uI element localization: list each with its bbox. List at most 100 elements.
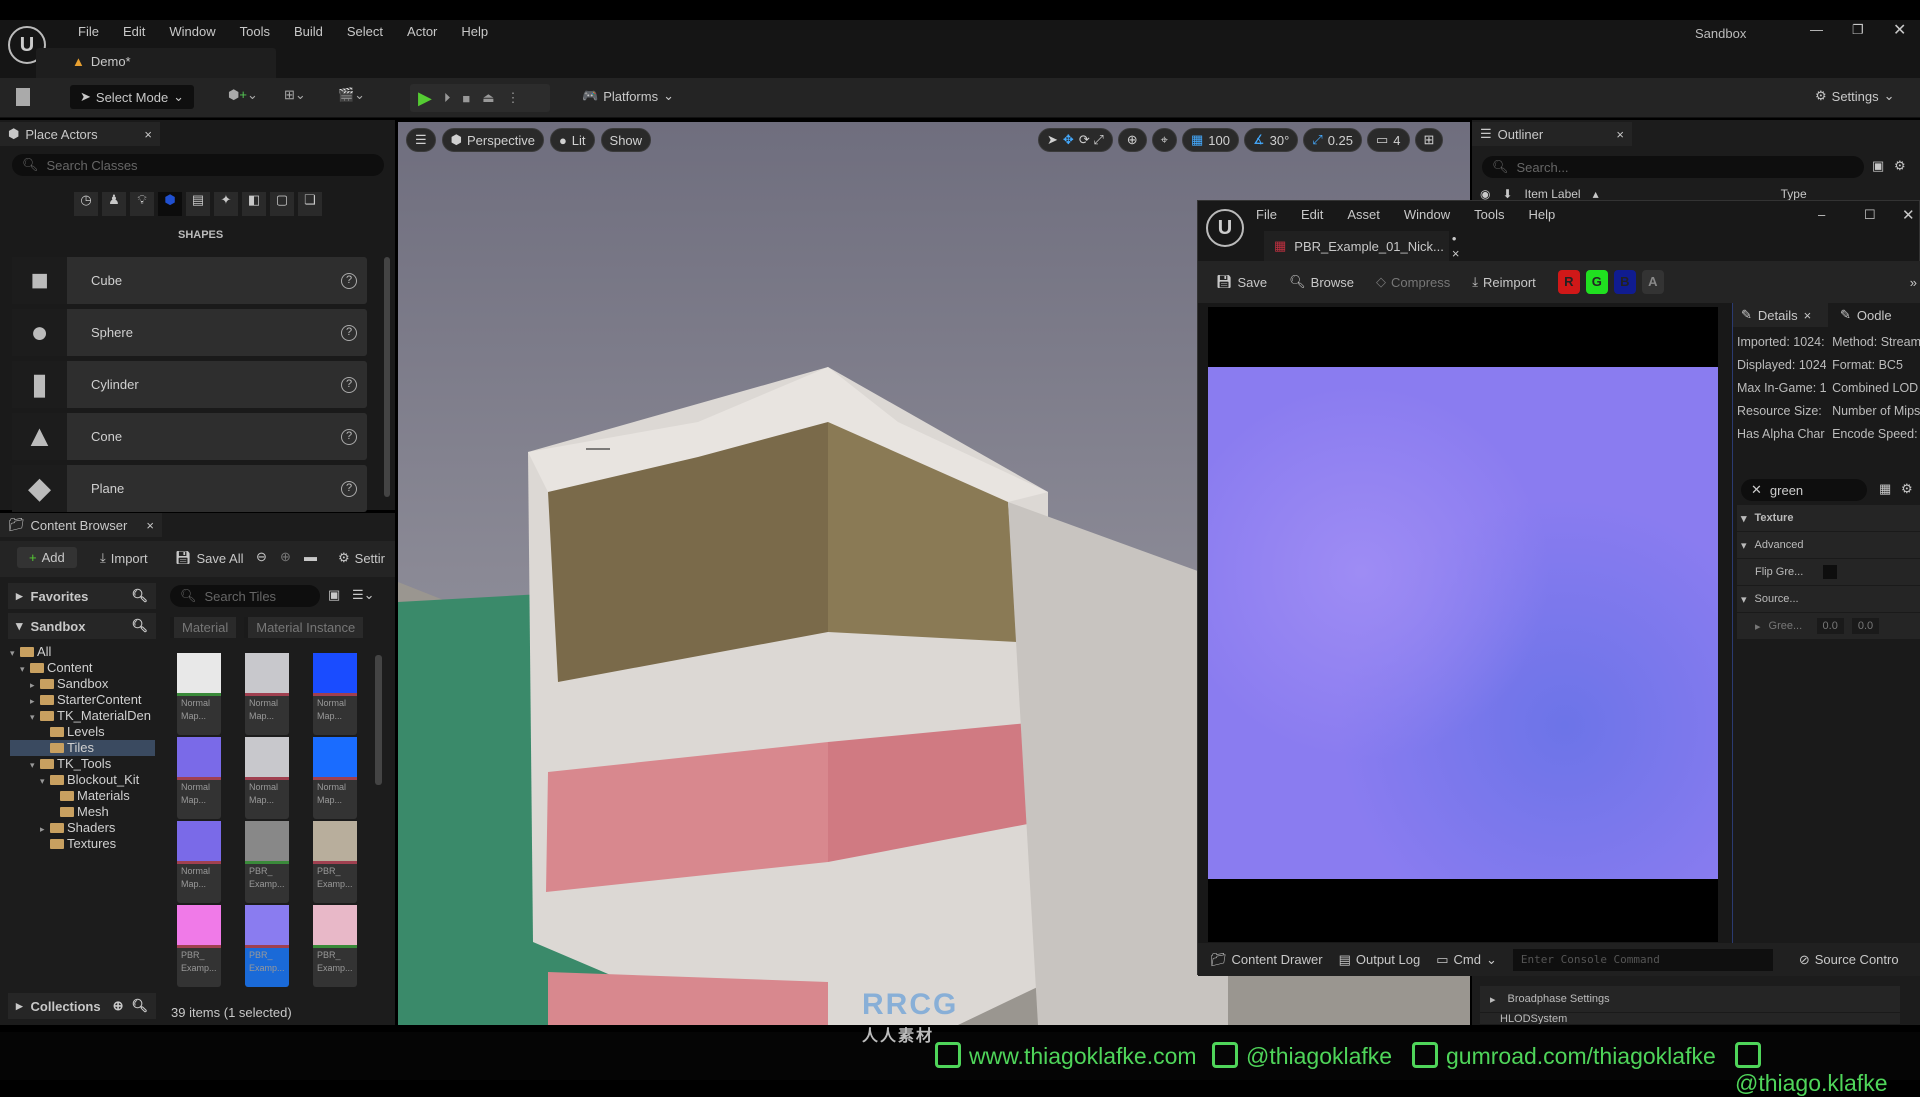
- section-advanced[interactable]: ▾ Advanced: [1737, 532, 1920, 559]
- menu-file[interactable]: File: [1244, 207, 1289, 222]
- expand-arrow-icon[interactable]: ▾: [40, 773, 50, 789]
- shape-item-cube[interactable]: ■ Cube?: [12, 257, 367, 304]
- asset-tile[interactable]: PBR_ Examp...: [313, 821, 357, 903]
- add-collection-icon[interactable]: ⊕: [113, 998, 124, 1014]
- menu-help[interactable]: Help: [449, 24, 500, 39]
- oodle-tab[interactable]: ✎ Oodle: [1832, 303, 1900, 327]
- close-tab-icon[interactable]: ×: [146, 518, 154, 533]
- menu-build[interactable]: Build: [282, 24, 335, 39]
- expand-arrow-icon[interactable]: ▾: [20, 661, 30, 677]
- asset-tile[interactable]: Normal Map...: [177, 737, 221, 819]
- folder-tk_tools[interactable]: ▾ TK_Tools: [10, 756, 155, 772]
- visibility-icon[interactable]: ◉: [1480, 187, 1490, 201]
- source-control-button[interactable]: ⊘ Source Contro: [1799, 952, 1899, 968]
- asset-tile[interactable]: Normal Map...: [177, 821, 221, 903]
- add-folder-icon[interactable]: ▣: [1872, 158, 1884, 174]
- close-button[interactable]: ✕: [1893, 20, 1906, 40]
- all-classes-icon[interactable]: ❏: [298, 192, 322, 216]
- menu-tools[interactable]: Tools: [1462, 207, 1516, 222]
- channel-a-button[interactable]: A: [1641, 270, 1664, 294]
- forward-icon[interactable]: ⊕: [280, 549, 291, 565]
- help-icon[interactable]: ?: [341, 428, 357, 445]
- asset-tile[interactable]: PBR_ Examp...: [177, 905, 221, 987]
- outliner-row[interactable]: HLODSystem: [1480, 1013, 1900, 1025]
- asset-tile[interactable]: Normal Map...: [245, 737, 289, 819]
- menu-select[interactable]: Select: [335, 24, 395, 39]
- value-field[interactable]: 0.0: [1816, 618, 1844, 634]
- asset-tile[interactable]: Normal Map...: [177, 653, 221, 735]
- folder-textures[interactable]: Textures: [10, 836, 155, 852]
- filter-chip[interactable]: Material: [170, 617, 237, 638]
- blueprint-icon[interactable]: ⊞⌄: [284, 87, 306, 103]
- content-browser-tab[interactable]: 📁︎ Content Browser ×: [0, 513, 162, 537]
- menu-actor[interactable]: Actor: [395, 24, 449, 39]
- search-icon[interactable]: 🔍︎: [131, 618, 148, 634]
- shape-item-cylinder[interactable]: ▮ Cylinder?: [12, 361, 367, 408]
- section-source[interactable]: ▾ Source...: [1737, 586, 1920, 613]
- eject-icon[interactable]: ⏏: [482, 90, 494, 106]
- expand-arrow-icon[interactable]: ▾: [30, 709, 40, 725]
- value-field[interactable]: 0.0: [1851, 618, 1880, 634]
- console-input[interactable]: Enter Console Command: [1512, 948, 1773, 971]
- close-tab-icon[interactable]: ×: [144, 127, 152, 142]
- add-actor-icon[interactable]: ⬢+⌄: [228, 87, 258, 103]
- minimize-button[interactable]: —: [1810, 22, 1823, 37]
- search-classes-input[interactable]: 🔍︎ Search Classes: [12, 154, 384, 176]
- gear-icon[interactable]: ⚙: [1901, 481, 1913, 497]
- menu-edit[interactable]: Edit: [1289, 207, 1335, 222]
- folder-mesh[interactable]: Mesh: [10, 804, 155, 820]
- asset-tile[interactable]: Normal Map...: [313, 653, 357, 735]
- maximize-button[interactable]: ☐: [1864, 207, 1876, 223]
- level-tab[interactable]: ▲ Demo*: [36, 48, 276, 78]
- cinematic-icon[interactable]: ▤: [186, 192, 210, 216]
- menu-tools[interactable]: Tools: [228, 24, 282, 39]
- save-button[interactable]: 💾︎ Save: [1216, 274, 1267, 290]
- volumes-icon[interactable]: ▢: [270, 192, 294, 216]
- menu-edit[interactable]: Edit: [111, 24, 157, 39]
- play-icon[interactable]: ▶: [418, 88, 432, 109]
- twitter-link[interactable]: @thiagoklafke: [1212, 1042, 1392, 1070]
- visual-effects-icon[interactable]: ✦: [214, 192, 238, 216]
- reimport-button[interactable]: ⤓ Reimport: [1472, 274, 1536, 290]
- help-icon[interactable]: ?: [341, 376, 357, 393]
- folder-materials[interactable]: Materials: [10, 788, 155, 804]
- favorites-section[interactable]: ▸ Favorites 🔍︎: [8, 583, 156, 609]
- outliner-search-input[interactable]: 🔍︎ Search...: [1482, 156, 1864, 178]
- asset-tile[interactable]: Normal Map...: [245, 653, 289, 735]
- save-search-icon[interactable]: ▣: [328, 587, 340, 603]
- instagram-link[interactable]: @thiago.klafke: [1735, 1042, 1920, 1097]
- shape-item-sphere[interactable]: ● Sphere?: [12, 309, 367, 356]
- folder-tiles[interactable]: Tiles: [10, 740, 155, 756]
- folder-icon[interactable]: ▬: [304, 549, 317, 564]
- folder-shaders[interactable]: ▸ Shaders: [10, 820, 155, 836]
- platforms-dropdown[interactable]: 🎮 Platforms ⌄: [582, 88, 674, 104]
- column-item-label[interactable]: Item Label: [1525, 187, 1581, 201]
- compress-button[interactable]: ◇ Compress: [1376, 274, 1450, 290]
- details-tab[interactable]: ✎ Details ×: [1733, 303, 1828, 327]
- select-mode-dropdown[interactable]: ➤ Select Mode ⌄: [70, 85, 195, 109]
- gear-icon[interactable]: ⚙: [1894, 158, 1906, 174]
- angle-snap-button[interactable]: ∡ 30°: [1243, 128, 1299, 152]
- column-type[interactable]: Type: [1781, 187, 1807, 201]
- texture-viewport[interactable]: [1208, 307, 1718, 942]
- show-button[interactable]: Show: [600, 128, 652, 152]
- pin-icon[interactable]: ⬇: [1502, 187, 1512, 201]
- expand-arrow-icon[interactable]: ▾: [10, 645, 20, 661]
- sandbox-section[interactable]: ▾ Sandbox 🔍︎: [8, 613, 156, 639]
- place-actors-tab[interactable]: ⬢ Place Actors ×: [0, 122, 160, 146]
- menu-file[interactable]: File: [66, 24, 111, 39]
- help-icon[interactable]: ?: [341, 480, 357, 497]
- folder-tk_materialden[interactable]: ▾ TK_MaterialDen: [10, 708, 155, 724]
- folder-all[interactable]: ▾ All: [10, 644, 155, 660]
- folder-levels[interactable]: Levels: [10, 724, 155, 740]
- menu-window[interactable]: Window: [157, 24, 227, 39]
- camera-speed-button[interactable]: ▭ 4: [1367, 128, 1410, 152]
- content-drawer-button[interactable]: 📁︎ Content Drawer: [1210, 952, 1323, 968]
- asset-tile[interactable]: PBR_ Examp...: [313, 905, 357, 987]
- world-local-icon[interactable]: ⊕: [1117, 128, 1147, 152]
- folder-sandbox[interactable]: ▸ Sandbox: [10, 676, 155, 692]
- shapes-icon[interactable]: ⬢: [158, 192, 182, 216]
- viewport-menu-button[interactable]: ☰: [406, 128, 436, 152]
- close-button[interactable]: ✕: [1902, 206, 1915, 224]
- collections-section[interactable]: ▸ Collections ⊕ 🔍︎: [8, 993, 156, 1019]
